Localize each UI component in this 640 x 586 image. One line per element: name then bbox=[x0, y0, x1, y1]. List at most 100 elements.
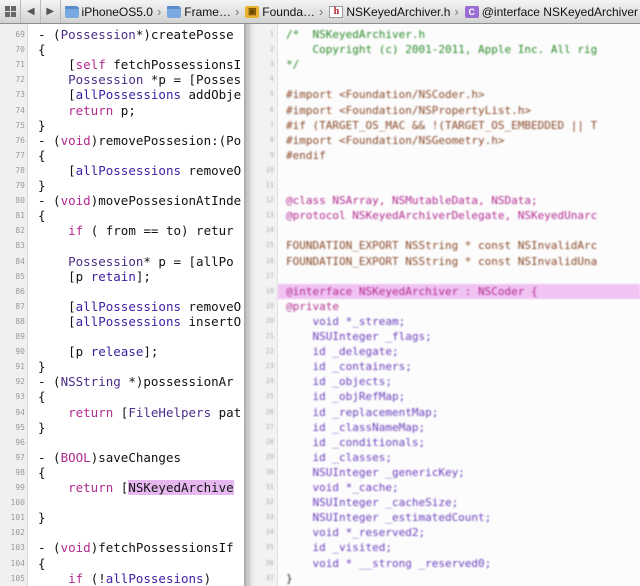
header-code-text: FOUNDATION_EXPORT NSString * const NSInv… bbox=[286, 254, 598, 268]
code-line: 103 - (void)fetchPossessionsIf bbox=[0, 540, 248, 555]
header-code-text: /* NSKeyedArchiver.h bbox=[286, 28, 426, 41]
header-code-line: 20 void *_stream; bbox=[248, 314, 640, 329]
code-text: [p release]; bbox=[38, 344, 159, 360]
code-text: [p retain]; bbox=[38, 268, 151, 284]
line-number: 88 bbox=[15, 316, 25, 326]
code-line: 84 Possession* p = [allPo bbox=[0, 254, 248, 269]
breadcrumb-item[interactable]: C @interface NSKeyedArchiver bbox=[461, 0, 640, 23]
back-button[interactable]: ◀ bbox=[21, 0, 42, 23]
code-line: 78 [allPossessions removeO bbox=[0, 163, 248, 178]
code-line: 90 [p release]; bbox=[0, 344, 248, 359]
code-line: 87 [allPossessions removeO bbox=[0, 299, 248, 314]
header-code-line: 15 FOUNDATION_EXPORT NSString * const NSI… bbox=[248, 238, 640, 253]
header-code-line: 23 id _containers; bbox=[248, 359, 640, 374]
header-code-line: 35 id _visited; bbox=[248, 540, 640, 555]
header-code-line: 19 @private bbox=[248, 299, 640, 314]
code-text: - (void)removePossesion:(Po bbox=[38, 132, 242, 148]
line-number: 86 bbox=[15, 286, 25, 296]
header-code-text: id _conditionals; bbox=[286, 435, 426, 449]
code-line: 105 if (!allPossesions) bbox=[0, 571, 248, 586]
header-code-text: id _containers; bbox=[286, 360, 412, 374]
code-line: 88 [allPossessions insertO bbox=[0, 314, 248, 329]
breadcrumb-item[interactable]: ▣ Founda… › bbox=[241, 0, 325, 23]
header-code-text: void *_stream; bbox=[286, 314, 406, 328]
code-line: 70 { bbox=[0, 42, 248, 57]
header-code-text: id _objRefMap; bbox=[286, 390, 406, 404]
code-text: return p; bbox=[68, 102, 136, 118]
header-code-line: 1/* NSKeyedArchiver.h bbox=[248, 27, 640, 42]
code-line: 75} bbox=[0, 118, 248, 133]
breadcrumb-item[interactable]: iPhoneOS5.0 › bbox=[61, 0, 164, 23]
header-code-line: 5 #import <Foundation/NSCoder.h> bbox=[248, 87, 640, 102]
header-code-line: 28 id _conditionals; bbox=[248, 435, 640, 450]
line-number: 71 bbox=[15, 60, 25, 70]
header-code-text: #if (TARGET_OS_MAC && !(TARGET_OS_EMBEDD… bbox=[286, 118, 598, 132]
line-number: 76 bbox=[15, 135, 25, 145]
line-number: 104 bbox=[10, 558, 25, 568]
page-fold-shadow bbox=[244, 24, 256, 586]
related-items-button[interactable] bbox=[0, 0, 22, 23]
header-code-line: 30 NSUInteger _genericKey; bbox=[248, 465, 640, 480]
line-number: 72 bbox=[15, 75, 25, 85]
source-editor[interactable]: 69 - (Possession*)createPosse 70 {71 [self … bbox=[0, 24, 248, 586]
code-text: } bbox=[38, 117, 46, 133]
line-number: 84 bbox=[15, 256, 25, 266]
line-number: 94 bbox=[15, 407, 25, 417]
code-text: [self fetchPossessionsI bbox=[38, 57, 242, 73]
line-number: 83 bbox=[15, 241, 25, 251]
code-text: if ( from == to) retur bbox=[68, 223, 234, 239]
header-code-text: @private bbox=[286, 299, 339, 313]
header-code-text: id _classes; bbox=[286, 450, 392, 464]
breadcrumb-item[interactable]: h NSKeyedArchiver.h › bbox=[325, 0, 460, 23]
code-text: Possession *p = [Posses bbox=[68, 72, 242, 88]
breadcrumb-item[interactable]: Frame… › bbox=[163, 0, 241, 23]
code-line: 82 if ( from == to) retur bbox=[0, 223, 248, 238]
line-number: 101 bbox=[10, 513, 25, 523]
chevron-right-icon: › bbox=[234, 4, 240, 19]
code-text: - (void)movePossesionAtInde bbox=[38, 193, 242, 209]
line-number: 95 bbox=[15, 422, 25, 432]
header-file-editor[interactable]: 1/* NSKeyedArchiver.h 2 Copyright (c) 200… bbox=[248, 24, 640, 586]
header-code-text: #import <Foundation/NSPropertyList.h> bbox=[286, 103, 532, 117]
header-code-line: 33 NSUInteger _estimatedCount; bbox=[248, 510, 640, 525]
forward-button[interactable]: ▶ bbox=[41, 0, 61, 23]
header-code-line: 11 bbox=[248, 178, 640, 193]
code-text: return [NSKeyedArchive bbox=[68, 480, 234, 495]
header-code-line: 2 Copyright (c) 2001-2011, Apple Inc. Al… bbox=[248, 42, 640, 57]
header-code-text: #import <Foundation/NSGeometry.h> bbox=[286, 133, 505, 147]
code-line: 100 bbox=[0, 495, 248, 510]
header-code-text: void *_cache; bbox=[286, 481, 399, 494]
line-number: 78 bbox=[15, 165, 25, 175]
back-arrow-icon: ◀ bbox=[26, 6, 35, 17]
line-number: 98 bbox=[15, 467, 25, 477]
code-text: if (!allPossesions) bbox=[68, 570, 212, 586]
code-line: 81 { bbox=[0, 208, 248, 223]
line-number: 93 bbox=[15, 392, 25, 402]
header-code-line: 17 bbox=[248, 269, 640, 284]
header-code-text: FOUNDATION_EXPORT NSString * const NSInv… bbox=[286, 239, 598, 253]
code-text: { bbox=[38, 42, 46, 58]
header-code-text: #endif bbox=[286, 148, 326, 162]
header-code-text: @class NSArray, NSMutableData, NSData; bbox=[286, 194, 538, 208]
code-text: } bbox=[38, 510, 46, 526]
header-code-line: 16 FOUNDATION_EXPORT NSString * const NSI… bbox=[248, 254, 640, 269]
code-text: [allPossessions insertO bbox=[38, 313, 242, 329]
header-code-text: @protocol NSKeyedArchiverDelegate, NSKey… bbox=[286, 209, 598, 223]
line-number: 105 bbox=[10, 573, 25, 583]
header-code-text: } bbox=[286, 571, 293, 585]
line-number: 96 bbox=[15, 437, 25, 447]
header-code-text: void * __strong _reserved0; bbox=[286, 556, 492, 570]
code-text: - (void)fetchPossessionsIf bbox=[38, 540, 234, 556]
code-text: - (Possession*)createPosse bbox=[38, 27, 234, 42]
line-number: 75 bbox=[15, 120, 25, 130]
header-code-line: 37} bbox=[248, 571, 640, 586]
header-code-line: 25 id _objRefMap; bbox=[248, 389, 640, 404]
header-code-line: 6 #import <Foundation/NSPropertyList.h> bbox=[248, 103, 640, 118]
line-number: 73 bbox=[15, 90, 25, 100]
code-line: 77 { bbox=[0, 148, 248, 163]
code-text: { bbox=[38, 389, 46, 405]
header-code-text: NSUInteger _estimatedCount; bbox=[286, 511, 492, 525]
code-line: 83 bbox=[0, 238, 248, 253]
header-code-line: 26 id _replacementMap; bbox=[248, 405, 640, 420]
code-line: 93 { bbox=[0, 389, 248, 404]
